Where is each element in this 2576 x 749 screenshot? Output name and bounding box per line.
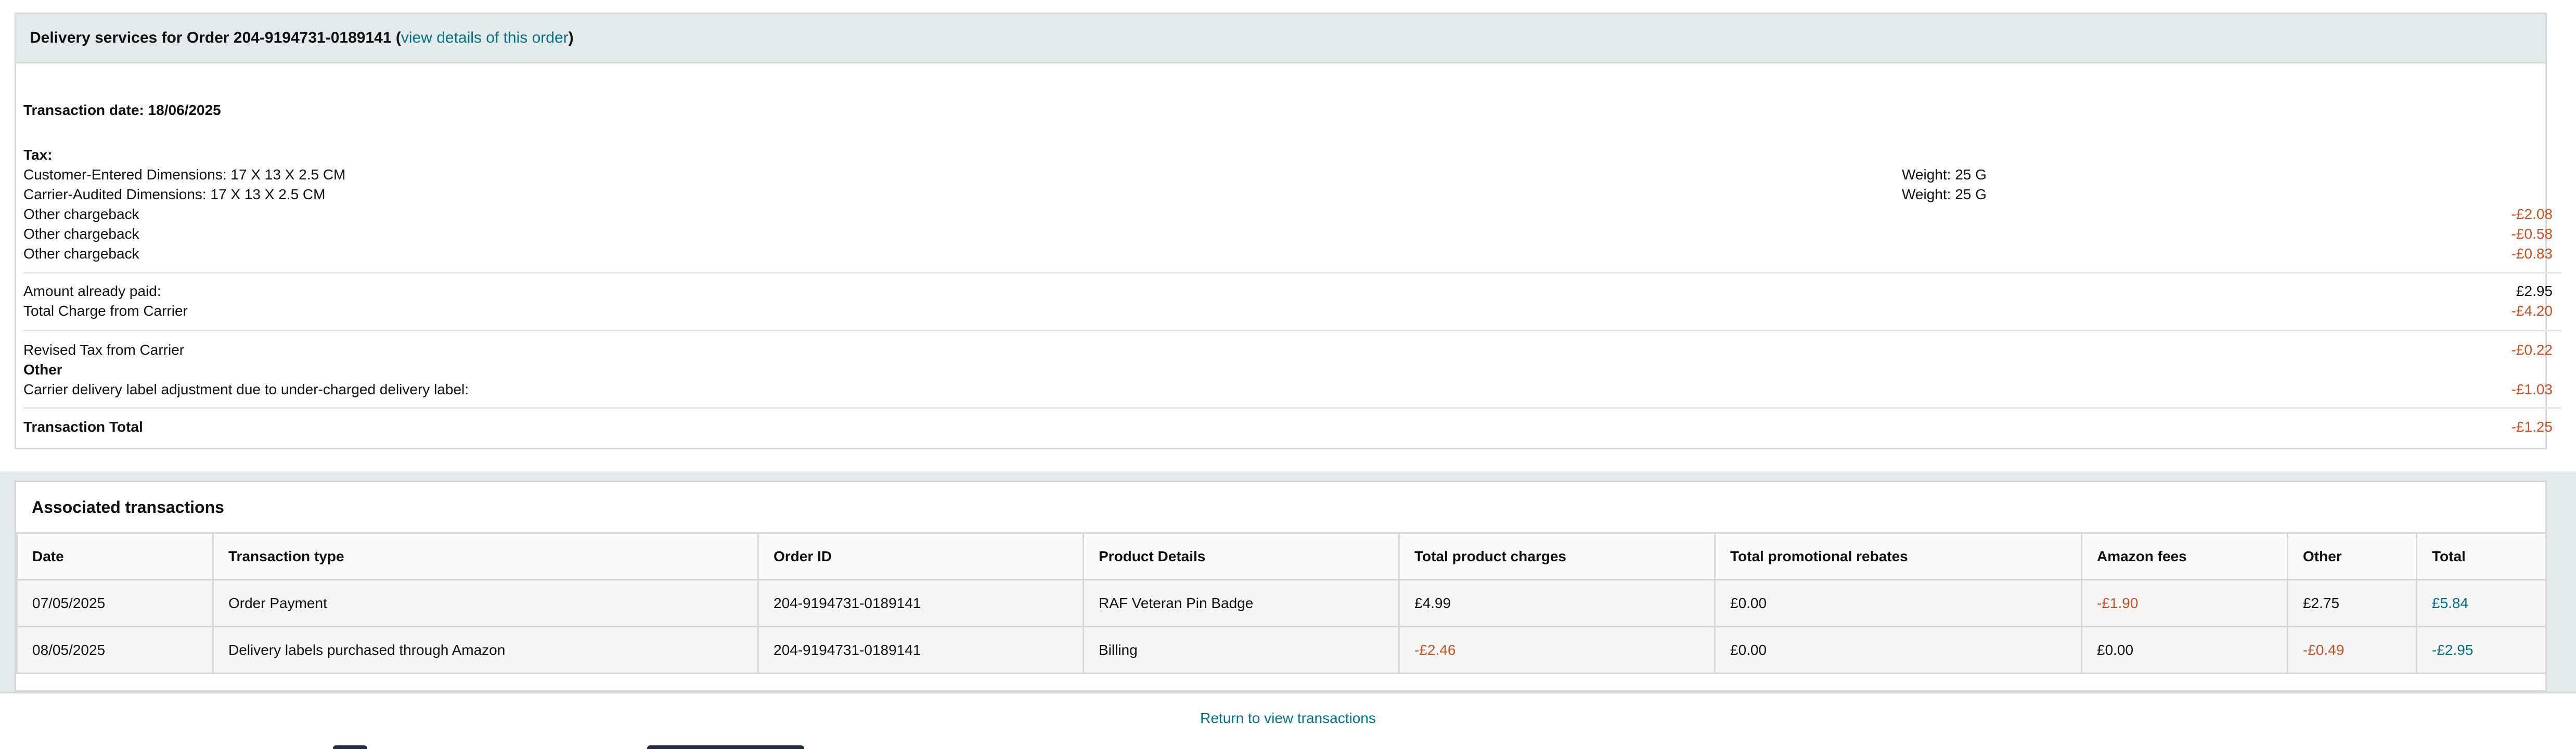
associated-transactions-title: Associated transactions <box>32 497 224 516</box>
associated-transactions-panel: Associated transactions Date Transaction… <box>15 481 2547 692</box>
adjustment-amount: -£1.03 <box>2511 381 2553 397</box>
column-header-transaction-type: Transaction type <box>212 532 759 580</box>
table-row: 08/05/2025 Delivery labels purchased thr… <box>16 626 2547 674</box>
partially-visible-control[interactable] <box>333 745 367 749</box>
associated-transactions-table: Date Transaction type Order ID Product D… <box>16 532 2547 674</box>
tax-label: Tax: <box>23 147 53 163</box>
customer-dimensions: Customer-Entered Dimensions: 17 X 13 X 2… <box>23 166 346 183</box>
cell-transaction-type: Delivery labels purchased through Amazon <box>212 626 759 674</box>
cell-promotional-rebates: £0.00 <box>1714 626 2082 674</box>
chargeback-label: Other chargeback <box>23 226 139 242</box>
view-order-details-link[interactable]: view details of this order <box>401 29 569 47</box>
cell-product-details: RAF Veteran Pin Badge <box>1083 579 1400 627</box>
already-paid-label: Amount already paid: <box>23 283 161 299</box>
chargeback-amount: -£0.83 <box>2511 246 2553 262</box>
cell-other: £2.75 <box>2287 579 2417 627</box>
panel-title-suffix: ) <box>568 29 574 46</box>
column-header-order-id: Order ID <box>757 532 1084 580</box>
cell-amazon-fees: £0.00 <box>2081 626 2288 674</box>
customer-weight: Weight: 25 G <box>1902 166 1987 183</box>
column-header-amazon-fees: Amazon fees <box>2081 532 2288 580</box>
column-header-other: Other <box>2287 532 2417 580</box>
return-to-transactions-link[interactable]: Return to view transactions <box>0 710 2576 727</box>
transaction-total-label: Transaction Total <box>23 419 143 435</box>
divider <box>23 272 2561 274</box>
cell-product-charges: -£2.46 <box>1398 626 1716 674</box>
chargeback-amount: -£2.08 <box>2511 206 2553 222</box>
cell-product-details: Billing <box>1083 626 1400 674</box>
cell-promotional-rebates: £0.00 <box>1714 579 2082 627</box>
column-header-date: Date <box>16 532 214 580</box>
column-header-total: Total <box>2416 532 2547 580</box>
cell-other: -£0.49 <box>2287 626 2417 674</box>
partially-visible-button[interactable] <box>647 745 804 749</box>
cell-order-id: 204-9194731-0189141 <box>757 626 1084 674</box>
panel-header: Delivery services for Order 204-9194731-… <box>16 14 2545 63</box>
cell-total: £5.84 <box>2416 579 2547 627</box>
cell-amazon-fees: -£1.90 <box>2081 579 2288 627</box>
table-header-row: Date Transaction type Order ID Product D… <box>16 532 2547 580</box>
carrier-weight: Weight: 25 G <box>1902 186 1987 202</box>
total-carrier-label: Total Charge from Carrier <box>23 303 188 319</box>
adjustment-label: Carrier delivery label adjustment due to… <box>23 381 469 397</box>
transaction-date: Transaction date: 18/06/2025 <box>23 102 221 118</box>
chargeback-label: Other chargeback <box>23 206 139 222</box>
total-carrier-amount: -£4.20 <box>2511 303 2553 319</box>
column-header-promotional-rebates: Total promotional rebates <box>1714 532 2082 580</box>
carrier-dimensions: Carrier-Audited Dimensions: 17 X 13 X 2.… <box>23 186 326 202</box>
panel-title-prefix: Delivery services for Order 204-9194731-… <box>30 29 401 46</box>
chargeback-amount: -£0.58 <box>2511 226 2553 242</box>
chargeback-label: Other chargeback <box>23 246 139 262</box>
other-label: Other <box>23 361 62 378</box>
cell-order-id: 204-9194731-0189141 <box>757 579 1084 627</box>
column-header-product-charges: Total product charges <box>1398 532 1716 580</box>
cell-date: 07/05/2025 <box>16 579 214 627</box>
revised-tax-amount: -£0.22 <box>2511 342 2553 358</box>
cell-date: 08/05/2025 <box>16 626 214 674</box>
column-header-product-details: Product Details <box>1083 532 1400 580</box>
cell-product-charges: £4.99 <box>1398 579 1716 627</box>
page-footer: Return to view transactions <box>0 692 2576 749</box>
revised-tax-label: Revised Tax from Carrier <box>23 342 185 358</box>
cell-total: -£2.95 <box>2416 626 2547 674</box>
already-paid-amount: £2.95 <box>2516 283 2553 299</box>
divider <box>23 330 2561 331</box>
cell-transaction-type: Order Payment <box>212 579 759 627</box>
table-row: 07/05/2025 Order Payment 204-9194731-018… <box>16 579 2547 627</box>
transaction-total-amount: -£1.25 <box>2511 419 2553 435</box>
divider <box>23 407 2561 409</box>
